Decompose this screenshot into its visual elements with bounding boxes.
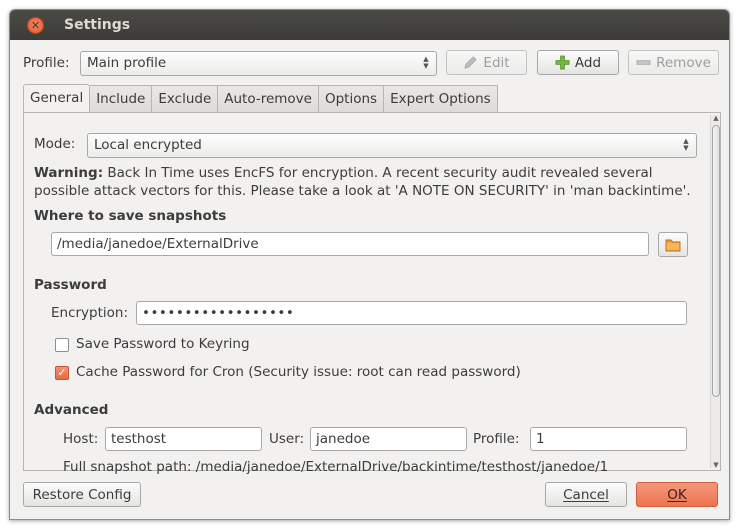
profile-combo-value: Main profile — [87, 55, 167, 71]
encryption-password-field[interactable]: •••••••••••••••••• — [136, 301, 687, 325]
profile-label: Profile: — [23, 55, 70, 71]
encfs-warning: Warning: Back In Time uses EncFS for enc… — [34, 165, 653, 181]
tab-options[interactable]: Options — [318, 85, 385, 113]
warning-line-2: possible attack vectors for this. Please… — [34, 183, 691, 199]
host-field[interactable]: testhost — [105, 427, 262, 451]
mode-label: Mode: — [34, 136, 76, 152]
scroll-up-icon[interactable]: ▲ — [712, 114, 720, 122]
tab-auto-remove[interactable]: Auto-remove — [218, 85, 319, 113]
panel-scrollbar[interactable]: ▲ ▼ — [710, 114, 720, 469]
where-heading: Where to save snapshots — [34, 208, 227, 224]
warning-prefix: Warning: — [34, 165, 104, 181]
general-panel: Mode: Local encrypted ▲ ▼ Warning: Back I… — [23, 112, 721, 475]
warning-line-1: Back In Time uses EncFS for encryption. … — [107, 165, 653, 181]
host-label: Host: — [63, 431, 99, 447]
cancel-button[interactable]: Cancel — [545, 482, 627, 507]
tab-expert-options[interactable]: Expert Options — [384, 85, 498, 113]
snapshot-path-field[interactable]: /media/janedoe/ExternalDrive — [51, 232, 649, 256]
title-bar: ✕ Settings — [10, 10, 729, 40]
remove-button[interactable]: Remove — [628, 50, 719, 75]
restore-config-label: Restore Config — [32, 486, 132, 503]
ok-label: OK — [667, 486, 687, 503]
cache-cron-label: Cache Password for Cron (Security issue:… — [76, 364, 521, 380]
mode-combo-value: Local encrypted — [94, 137, 202, 153]
window-title: Settings — [64, 17, 131, 33]
mode-combo[interactable]: Local encrypted ▲ ▼ — [87, 133, 697, 158]
add-button-label: Add — [574, 54, 602, 71]
settings-window: ✕ Settings Profile: Main profile ▲ ▼ Edit… — [9, 9, 730, 520]
password-heading: Password — [34, 277, 107, 293]
cache-cron-checkbox[interactable]: ✓ — [55, 366, 69, 380]
tab-general[interactable]: General — [23, 84, 91, 114]
save-keyring-label: Save Password to Keyring — [76, 336, 250, 352]
profile-id-field[interactable]: 1 — [530, 427, 687, 451]
combo-arrows-icon: ▲ ▼ — [683, 137, 689, 152]
close-icon[interactable]: ✕ — [27, 17, 44, 34]
cancel-label: Cancel — [563, 486, 609, 503]
user-label: User: — [269, 431, 305, 447]
scrollbar-thumb[interactable] — [712, 125, 720, 397]
combo-arrows-icon: ▲ ▼ — [423, 55, 429, 70]
tab-exclude[interactable]: Exclude — [152, 85, 219, 113]
encryption-label: Encryption: — [51, 305, 129, 321]
tab-bar: General Include Exclude Auto-remove Opti… — [23, 84, 498, 114]
scroll-down-icon[interactable]: ▼ — [712, 461, 720, 469]
add-button[interactable]: Add — [537, 50, 619, 75]
edit-button-label: Edit — [483, 54, 510, 71]
save-keyring-checkbox[interactable] — [55, 338, 69, 352]
profile-id-label: Profile: — [473, 431, 520, 447]
ok-button[interactable]: OK — [636, 482, 718, 507]
remove-button-label: Remove — [656, 54, 711, 71]
minus-icon — [636, 60, 651, 65]
pencil-icon — [464, 56, 478, 69]
profile-combo[interactable]: Main profile ▲ ▼ — [80, 51, 437, 76]
tab-include[interactable]: Include — [90, 85, 153, 113]
user-field[interactable]: janedoe — [310, 427, 467, 451]
full-snapshot-path: Full snapshot path: /media/janedoe/Exter… — [63, 459, 609, 475]
folder-icon — [665, 239, 681, 251]
plus-icon — [555, 55, 570, 70]
restore-config-button[interactable]: Restore Config — [23, 482, 141, 507]
browse-folder-button[interactable] — [658, 232, 688, 257]
advanced-heading: Advanced — [34, 402, 109, 418]
edit-button[interactable]: Edit — [446, 50, 527, 75]
